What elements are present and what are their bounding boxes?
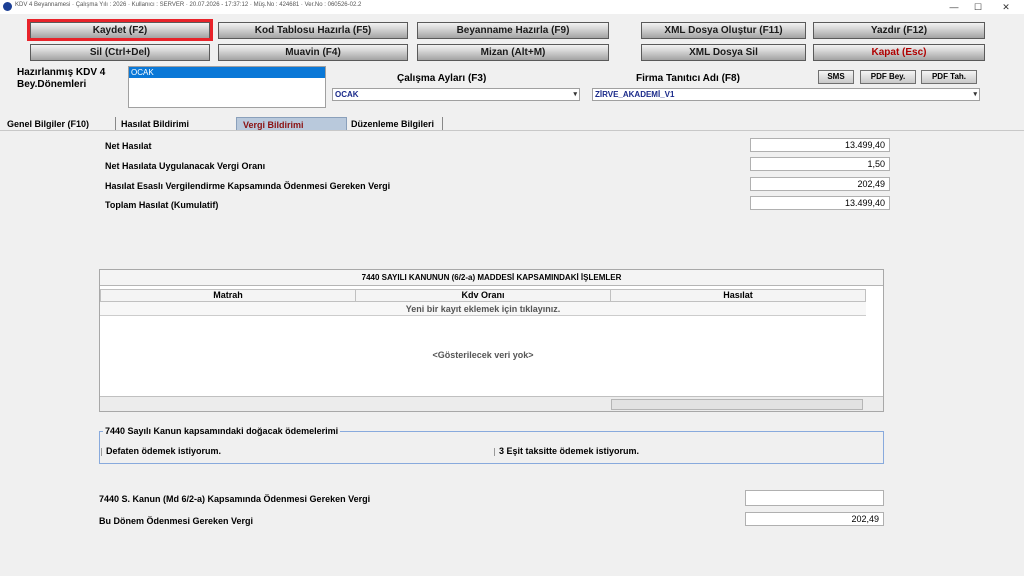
prepare-declaration-button[interactable]: Beyanname Hazırla (F9) <box>417 22 609 39</box>
save-button-highlight <box>27 19 213 41</box>
window-title: KDV 4 Beyannamesi · Çalışma Yılı : 2026 … <box>15 2 362 8</box>
minimize-icon[interactable]: — <box>944 0 964 14</box>
pdf-accrual-button[interactable]: PDF Tah. <box>921 70 977 84</box>
radio-installments-label: 3 Eşit taksitte ödemek istiyorum. <box>499 446 640 456</box>
revenue-tax-label: Hasılat Esaslı Vergilendirme Kapsamında … <box>105 181 391 191</box>
work-months-value: OCAK <box>335 90 359 99</box>
net-revenue-label: Net Hasılat <box>105 141 152 151</box>
revenue-tax-field[interactable]: 202,49 <box>750 177 890 191</box>
column-kdv-rate[interactable]: Kdv Oranı <box>355 289 611 302</box>
total-revenue-field[interactable]: 13.499,40 <box>750 196 890 210</box>
law-tax-label: 7440 S. Kanun (Md 6/2-a) Kapsamında Öden… <box>99 494 371 504</box>
maximize-icon[interactable]: ☐ <box>968 0 988 14</box>
radio-installments[interactable]: 3 Eşit taksitte ödemek istiyorum. <box>494 446 639 456</box>
tax-rate-field[interactable]: 1,50 <box>750 157 890 171</box>
firm-label: Firma Tanıtıcı Adı (F8) <box>636 73 740 84</box>
pdf-declaration-button[interactable]: PDF Bey. <box>860 70 916 84</box>
radio-icon <box>494 447 497 456</box>
transactions-grid[interactable]: 7440 SAYILI KANUNUN (6/2-a) MADDESİ KAPS… <box>99 269 884 412</box>
total-revenue-label: Toplam Hasılat (Kumulatif) <box>105 200 219 210</box>
grid-footer-cell <box>611 399 863 410</box>
create-xml-button[interactable]: XML Dosya Oluştur (F11) <box>641 22 806 39</box>
delete-button[interactable]: Sil (Ctrl+Del) <box>30 44 210 61</box>
period-tax-label: Bu Dönem Ödenmesi Gereken Vergi <box>99 516 254 526</box>
tax-rate-label: Net Hasılata Uygulanacak Vergi Oranı <box>105 161 266 171</box>
title-bar: KDV 4 Beyannamesi · Çalışma Yılı : 2026 … <box>0 0 1024 14</box>
grid-title: 7440 SAYILI KANUNUN (6/2-a) MADDESİ KAPS… <box>100 270 883 286</box>
column-matrah[interactable]: Matrah <box>100 289 356 302</box>
firm-select[interactable]: ZİRVE_AKADEMİ_V1 ▾ <box>592 88 980 101</box>
law-tax-field[interactable] <box>745 490 884 506</box>
tab-tax[interactable]: Vergi Bildirimi <box>236 117 347 131</box>
work-months-label: Çalışma Ayları (F3) <box>397 73 487 84</box>
radio-lump-sum[interactable]: Defaten ödemek istiyorum. <box>101 446 221 456</box>
ledger-button[interactable]: Muavin (F4) <box>218 44 408 61</box>
periods-list[interactable]: OCAK <box>128 66 326 108</box>
period-item[interactable]: OCAK <box>129 67 325 78</box>
periods-label-2: Bey.Dönemleri <box>17 79 87 90</box>
column-revenue[interactable]: Hasılat <box>610 289 866 302</box>
grid-footer <box>100 396 883 411</box>
new-row[interactable]: Yeni bir kayıt eklemek için tıklayınız. <box>100 302 866 316</box>
print-button[interactable]: Yazdır (F12) <box>813 22 985 39</box>
net-revenue-field[interactable]: 13.499,40 <box>750 138 890 152</box>
tab-separator <box>115 117 116 131</box>
radio-lump-sum-label: Defaten ödemek istiyorum. <box>106 446 222 456</box>
sms-button[interactable]: SMS <box>818 70 854 84</box>
close-button[interactable]: Kapat (Esc) <box>813 44 985 61</box>
trial-balance-button[interactable]: Mizan (Alt+M) <box>417 44 609 61</box>
app-icon <box>3 2 12 11</box>
tab-separator <box>442 117 443 131</box>
period-tax-field[interactable]: 202,49 <box>745 512 884 526</box>
chevron-down-icon: ▾ <box>973 91 977 98</box>
empty-message: <Gösterilecek veri yok> <box>432 350 534 360</box>
tab-general[interactable]: Genel Bilgiler (F10) <box>7 117 89 131</box>
radio-icon <box>101 447 104 456</box>
periods-label: Hazırlanmış KDV 4 <box>17 67 106 78</box>
payment-group-title: 7440 Sayılı Kanun kapsamındaki doğacak ö… <box>103 426 341 436</box>
tab-revenue[interactable]: Hasılat Bildirimi <box>121 117 189 131</box>
work-months-select[interactable]: OCAK ▾ <box>332 88 580 101</box>
close-icon[interactable]: ✕ <box>996 0 1016 14</box>
tab-arrangement[interactable]: Düzenleme Bilgileri <box>351 117 434 131</box>
chevron-down-icon: ▾ <box>573 91 577 98</box>
code-table-button[interactable]: Kod Tablosu Hazırla (F5) <box>218 22 408 39</box>
delete-xml-button[interactable]: XML Dosya Sil <box>641 44 806 61</box>
firm-value: ZİRVE_AKADEMİ_V1 <box>595 90 675 99</box>
